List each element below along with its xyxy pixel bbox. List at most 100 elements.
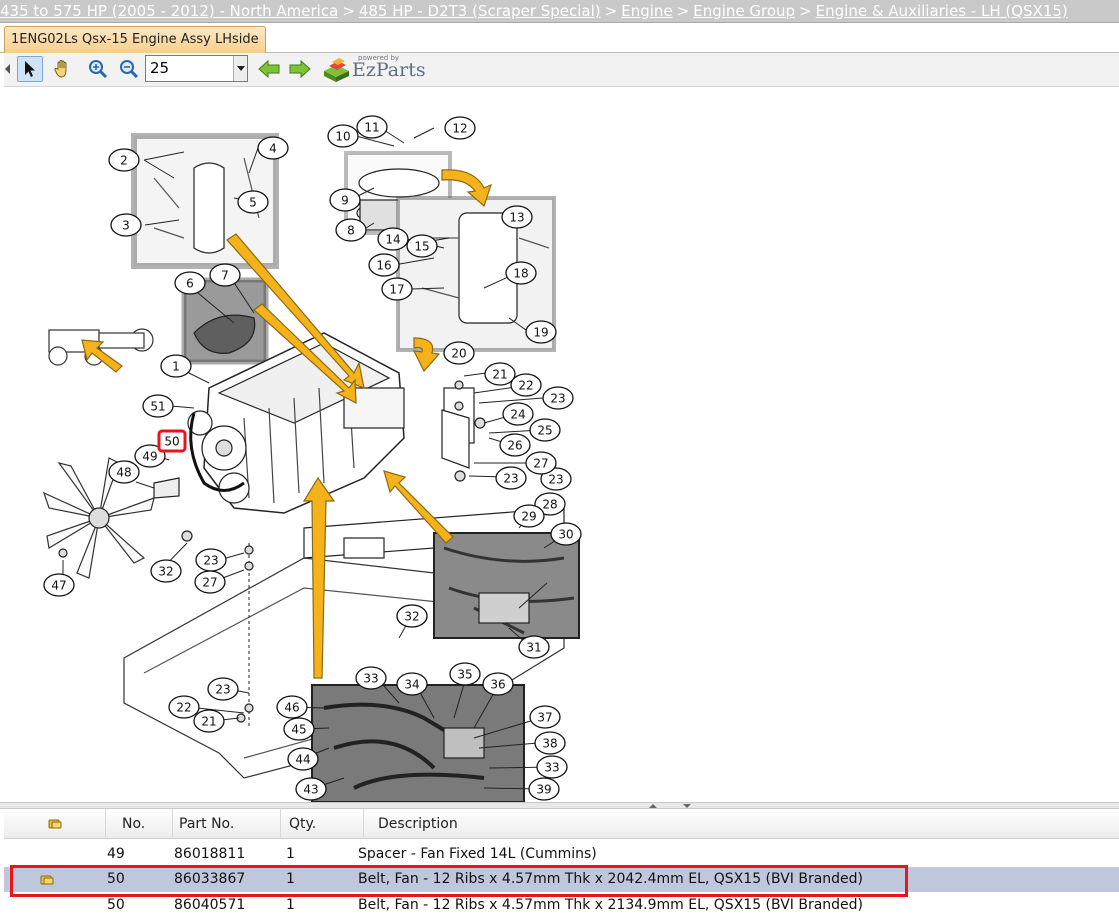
callout-26[interactable]: 26: [499, 433, 531, 457]
hand-icon[interactable]: [50, 56, 76, 82]
cell-part-no: 86033867: [174, 871, 246, 887]
callout-8[interactable]: 8: [335, 218, 367, 242]
column-header-qty[interactable]: Qty.: [281, 809, 364, 839]
svg-text:10: 10: [335, 130, 350, 144]
callout-23[interactable]: 23: [195, 548, 227, 572]
callout-27[interactable]: 27: [194, 570, 226, 594]
callout-2[interactable]: 2: [108, 148, 140, 172]
callout-29[interactable]: 29: [513, 504, 545, 528]
table-row[interactable]: 50 86040571 1 Belt, Fan - 12 Ribs x 4.57…: [4, 893, 1119, 918]
callout-30[interactable]: 30: [550, 522, 582, 546]
svg-text:4: 4: [269, 142, 277, 156]
svg-text:3: 3: [122, 219, 130, 233]
callout-50[interactable]: 50: [157, 429, 187, 453]
svg-text:25: 25: [537, 424, 552, 438]
callout-31[interactable]: 31: [518, 635, 550, 659]
ezparts-logo: powered by EzParts: [322, 54, 426, 85]
callout-9[interactable]: 9: [329, 188, 361, 212]
svg-text:44: 44: [295, 753, 310, 767]
callout-15[interactable]: 15: [406, 234, 438, 258]
zoom-level-select[interactable]: 25: [145, 55, 248, 82]
callout-39[interactable]: 39: [528, 777, 560, 801]
callout-3[interactable]: 3: [110, 213, 142, 237]
callout-6[interactable]: 6: [174, 271, 206, 295]
callout-13[interactable]: 13: [501, 205, 533, 229]
callout-33[interactable]: 33: [355, 666, 387, 690]
callout-17[interactable]: 17: [381, 277, 413, 301]
tab-engine-assy[interactable]: 1ENG02Ls Qsx-15 Engine Assy LHside: [4, 26, 266, 53]
cell-part-no: 86040571: [174, 897, 246, 913]
parts-diagram[interactable]: 1 2 3 4 5 6 7 8 9 10 11 12 13 14 15 16 17 18 19 20 21 21 22 22 2…: [4, 88, 1119, 802]
table-row-selected[interactable]: 50 86033867 1 Belt, Fan - 12 Ribs x 4.57…: [4, 867, 1119, 892]
callout-4[interactable]: 4: [257, 136, 289, 160]
svg-text:21: 21: [201, 715, 216, 729]
svg-text:36: 36: [490, 678, 505, 692]
zoom-in-icon[interactable]: [85, 56, 111, 82]
collapse-arrow-icon[interactable]: [2, 56, 14, 82]
callout-32[interactable]: 32: [396, 604, 428, 628]
svg-text:34: 34: [404, 678, 419, 692]
svg-text:2: 2: [120, 154, 128, 168]
callout-24[interactable]: 24: [502, 402, 534, 426]
zoom-out-icon[interactable]: [116, 56, 142, 82]
callout-20[interactable]: 20: [443, 341, 475, 365]
callout-21[interactable]: 21: [484, 362, 516, 386]
cell-description: Spacer - Fan Fixed 14L (Cummins): [358, 846, 597, 862]
callout-32[interactable]: 32: [150, 559, 182, 583]
callout-38[interactable]: 38: [534, 731, 566, 755]
cell-qty: 1: [286, 897, 295, 913]
callout-5[interactable]: 5: [237, 190, 269, 214]
column-header-description[interactable]: Description: [364, 809, 1119, 839]
callout-21[interactable]: 21: [193, 709, 225, 733]
svg-text:38: 38: [542, 737, 557, 751]
callout-35[interactable]: 35: [449, 662, 481, 686]
forward-arrow-icon[interactable]: [287, 56, 313, 82]
callout-19[interactable]: 19: [525, 320, 557, 344]
callout-14[interactable]: 14: [377, 227, 409, 251]
callout-23[interactable]: 23: [495, 466, 527, 490]
callout-48[interactable]: 48: [108, 460, 140, 484]
callout-1[interactable]: 1: [160, 354, 192, 378]
column-header-part-no[interactable]: Part No.: [173, 809, 281, 839]
callout-34[interactable]: 34: [396, 672, 428, 696]
breadcrumb-item-model-range[interactable]: 435 to 575 HP (2005 - 2012) - North Amer…: [0, 2, 338, 20]
table-row[interactable]: 49 86018811 1 Spacer - Fan Fixed 14L (Cu…: [4, 842, 1119, 867]
callout-12[interactable]: 12: [444, 116, 476, 140]
pane-splitter[interactable]: [0, 802, 1119, 809]
callout-36[interactable]: 36: [482, 672, 514, 696]
breadcrumb-separator: >: [676, 2, 690, 20]
callout-25[interactable]: 25: [529, 418, 561, 442]
breadcrumb-item-engine-group[interactable]: Engine Group: [693, 2, 795, 20]
callout-18[interactable]: 18: [505, 261, 537, 285]
back-arrow-icon[interactable]: [256, 56, 282, 82]
breadcrumb-item-engine[interactable]: Engine: [621, 2, 672, 20]
callout-7[interactable]: 7: [209, 263, 241, 287]
chevron-down-icon[interactable]: [233, 56, 247, 81]
callout-23[interactable]: 23: [207, 677, 239, 701]
callout-16[interactable]: 16: [368, 253, 400, 277]
zoom-level-value: 25: [150, 59, 170, 77]
callout-51[interactable]: 51: [142, 394, 174, 418]
callout-22[interactable]: 22: [168, 695, 200, 719]
callout-44[interactable]: 44: [287, 747, 319, 771]
callout-10[interactable]: 10: [327, 124, 359, 148]
callout-11[interactable]: 11: [356, 115, 388, 139]
callout-47[interactable]: 47: [43, 573, 75, 597]
pointer-icon[interactable]: [17, 56, 43, 82]
svg-text:46: 46: [284, 701, 299, 715]
callout-27[interactable]: 27: [525, 451, 557, 475]
callout-33[interactable]: 33: [536, 755, 568, 779]
callout-22[interactable]: 22: [510, 373, 542, 397]
breadcrumb-item-engine-auxiliaries[interactable]: Engine & Auxiliaries - LH (QSX15): [816, 2, 1068, 20]
cart-icon[interactable]: [40, 868, 54, 893]
callout-43[interactable]: 43: [295, 777, 327, 801]
column-header-cart[interactable]: [4, 809, 106, 839]
callout-23[interactable]: 23: [542, 386, 574, 410]
breadcrumb-item-model[interactable]: 485 HP - D2T3 (Scraper Special): [359, 2, 601, 20]
callout-46[interactable]: 46: [276, 695, 308, 719]
callout-37[interactable]: 37: [529, 705, 561, 729]
cell-no: 49: [107, 846, 125, 862]
column-header-no[interactable]: No.: [106, 809, 173, 839]
callout-45[interactable]: 45: [283, 717, 315, 741]
exploded-view-drawing[interactable]: 1234567891011 121314 151617181920212122222…: [4, 88, 1119, 802]
